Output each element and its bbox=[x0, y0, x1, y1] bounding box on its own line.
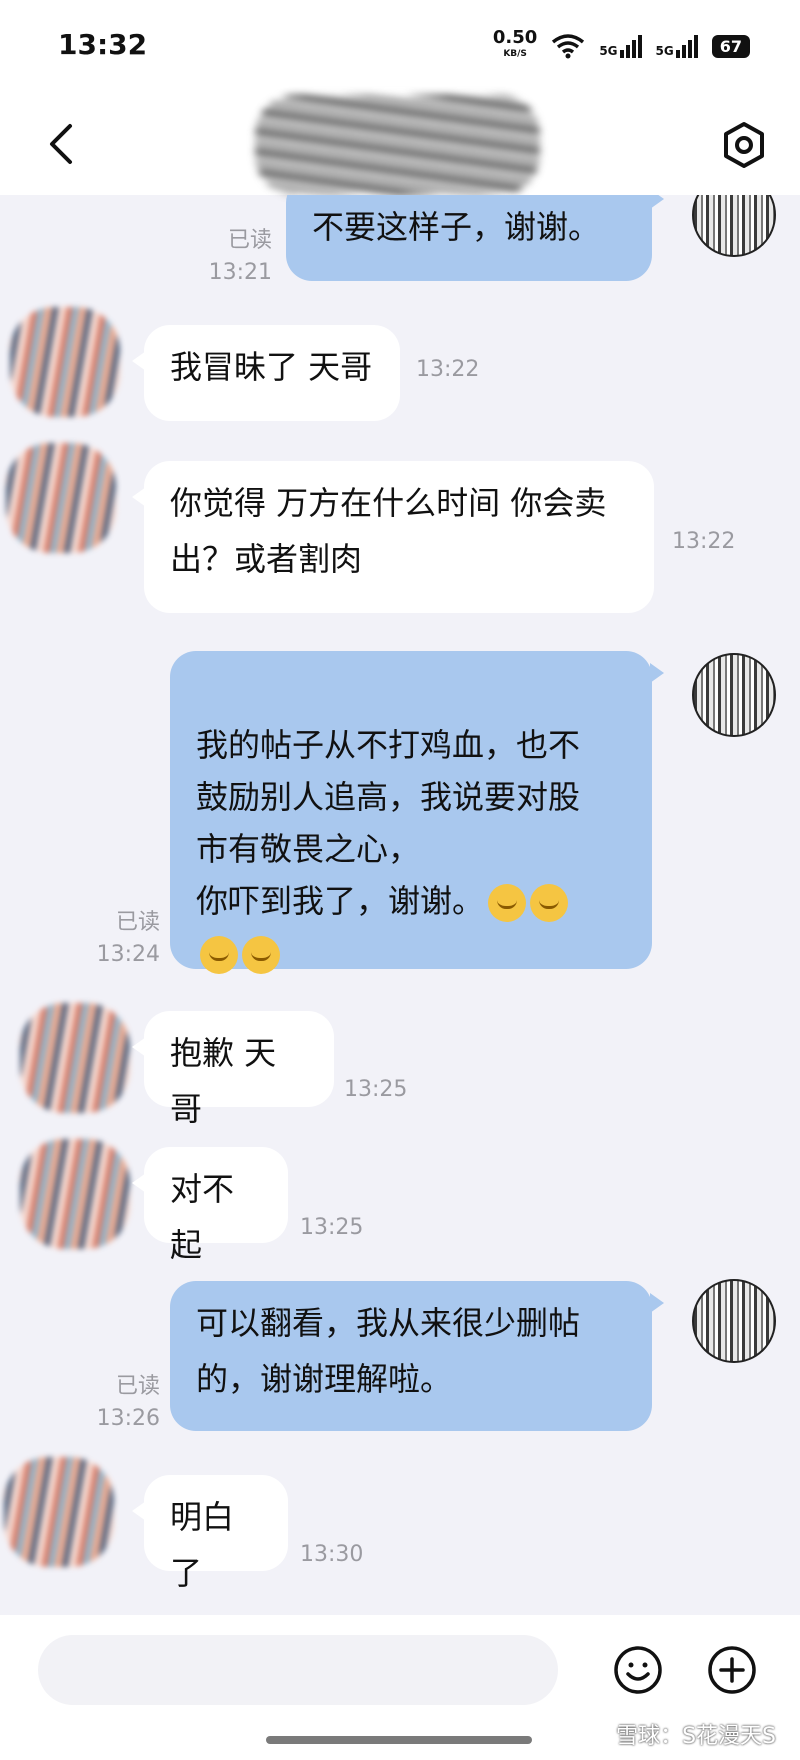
chat-area[interactable]: 不要这样子，谢谢。 已读 13:21 我冒昧了 天哥 13:22 你觉得 万方在… bbox=[0, 195, 800, 1615]
network-speed: 0.50 KB/S bbox=[492, 27, 538, 60]
message-bubble[interactable]: 我的帖子从不打鸡血，也不 鼓励别人追高，我说要对股 市有敬畏之心， 你吓到我了，… bbox=[170, 651, 664, 974]
avatar[interactable] bbox=[692, 653, 776, 737]
home-indicator[interactable] bbox=[266, 1736, 532, 1744]
chevron-left-icon bbox=[50, 124, 72, 164]
read-receipt: 已读 13:24 bbox=[96, 910, 160, 967]
avatar[interactable] bbox=[692, 195, 776, 257]
plus-circle-icon bbox=[708, 1646, 756, 1694]
chat-title-redacted bbox=[255, 95, 540, 195]
back-button[interactable] bbox=[36, 119, 86, 169]
avatar[interactable] bbox=[4, 1457, 114, 1567]
message-bubble[interactable]: 明白了 bbox=[132, 1475, 288, 1592]
message-time: 13:22 bbox=[416, 357, 480, 382]
avatar[interactable] bbox=[6, 443, 116, 553]
plus-button[interactable] bbox=[704, 1642, 760, 1698]
message-time: 13:30 bbox=[300, 1542, 364, 1567]
avatar[interactable] bbox=[20, 1139, 130, 1249]
read-receipt: 已读 13:21 bbox=[208, 228, 272, 285]
avatar[interactable] bbox=[10, 307, 120, 417]
emoji-icon bbox=[530, 884, 569, 922]
avatar[interactable] bbox=[692, 1279, 776, 1363]
message-input[interactable] bbox=[38, 1635, 558, 1705]
emoji-icon bbox=[488, 884, 527, 922]
read-receipt: 已读 13:26 bbox=[96, 1374, 160, 1431]
cell-signal-icon: 5G bbox=[599, 34, 642, 58]
wifi-icon bbox=[552, 34, 585, 59]
avatar[interactable] bbox=[20, 1003, 130, 1113]
message-bubble[interactable]: 可以翻看，我从来很少删帖 的，谢谢理解啦。 bbox=[170, 1281, 664, 1431]
status-bar: 13:32 0.50 KB/S 5G 5G 67 bbox=[0, 0, 800, 95]
smiley-icon bbox=[614, 1646, 662, 1694]
status-time: 13:32 bbox=[58, 28, 148, 61]
message-time: 13:25 bbox=[344, 1077, 408, 1102]
message-bubble[interactable]: 不要这样子，谢谢。 bbox=[286, 195, 664, 281]
message-bubble[interactable]: 你觉得 万方在什么时间 你会卖 出？或者割肉 bbox=[132, 461, 654, 613]
message-time: 13:22 bbox=[672, 529, 736, 554]
chat-header bbox=[0, 95, 800, 195]
message-bubble[interactable]: 抱歉 天哥 bbox=[132, 1011, 334, 1128]
emoji-icon bbox=[200, 936, 238, 974]
emoji-icon bbox=[242, 936, 280, 974]
status-icons: 0.50 KB/S 5G 5G 67 bbox=[492, 27, 750, 62]
battery-icon: 67 bbox=[711, 34, 750, 58]
message-time: 13:25 bbox=[300, 1215, 364, 1240]
watermark: 雪球：S花漫天S bbox=[616, 1724, 776, 1749]
message-bubble[interactable]: 我冒昧了 天哥 bbox=[132, 325, 400, 421]
cell-signal-icon: 5G bbox=[656, 34, 698, 58]
settings-button[interactable] bbox=[714, 115, 774, 175]
settings-icon bbox=[724, 122, 764, 168]
message-bubble[interactable]: 对不起 bbox=[132, 1147, 288, 1264]
emoji-button[interactable] bbox=[610, 1642, 666, 1698]
